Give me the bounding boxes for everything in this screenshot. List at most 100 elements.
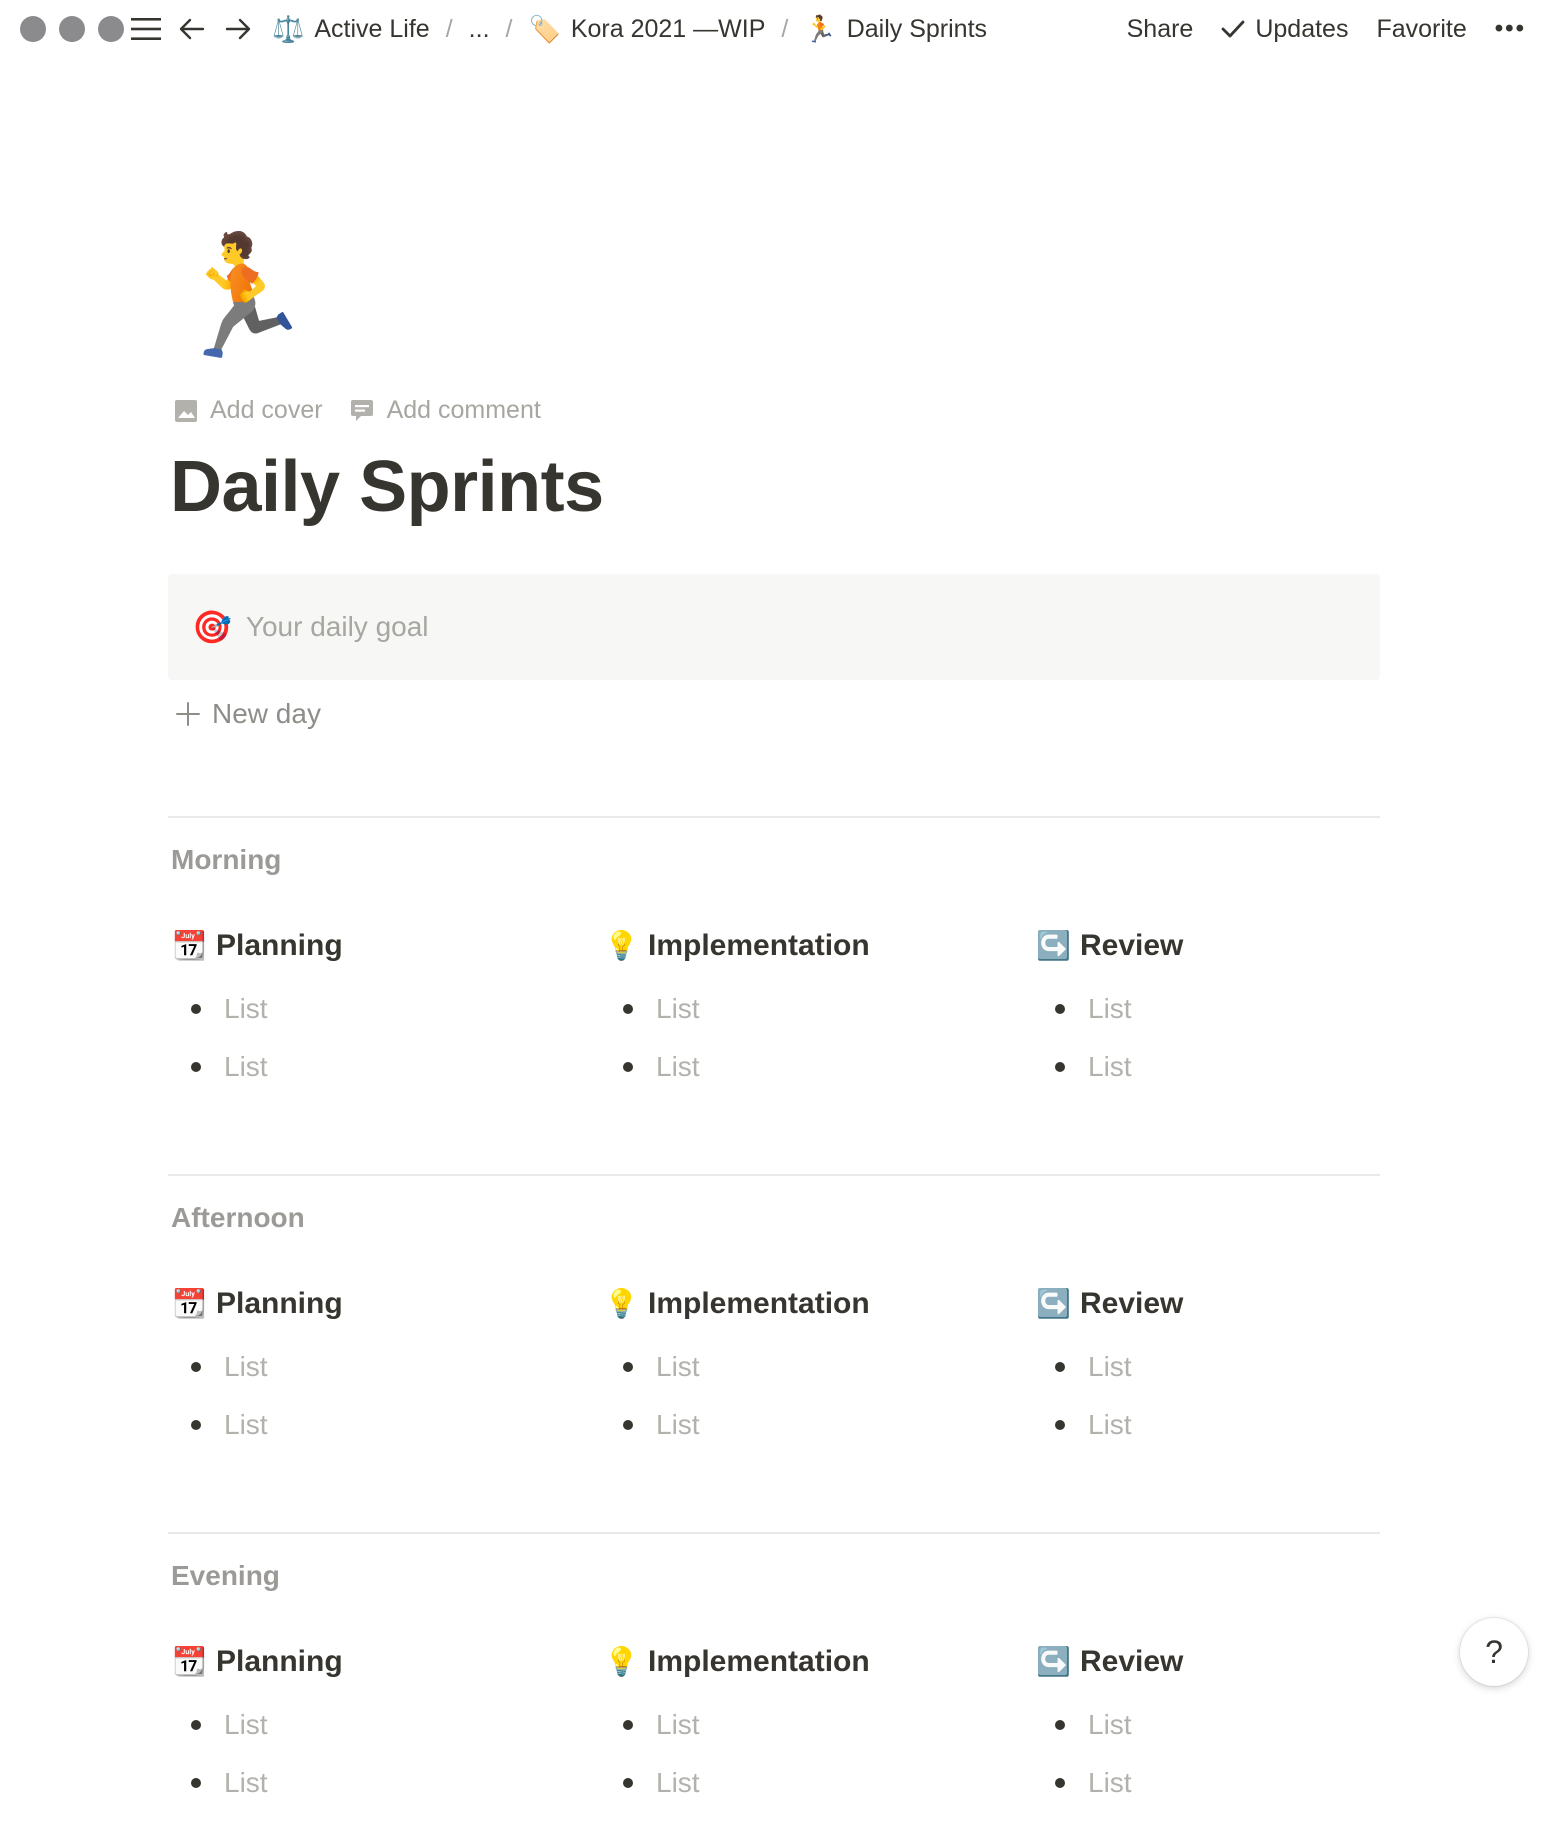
hamburger-menu-icon <box>131 18 161 40</box>
bullet-icon <box>191 1062 201 1072</box>
list-item[interactable]: List <box>1036 1038 1436 1096</box>
bullet-icon <box>623 1362 633 1372</box>
light-bulb-icon: 💡 <box>604 930 639 961</box>
list-item[interactable]: List <box>1036 1696 1436 1754</box>
list-item[interactable]: List <box>604 1338 1004 1396</box>
add-cover-button[interactable]: Add cover <box>174 396 323 425</box>
window-controls <box>20 16 124 42</box>
calendar-icon: 📆 <box>172 1288 207 1319</box>
zoom-window-button[interactable] <box>98 16 124 42</box>
column-title: Planning <box>216 929 343 962</box>
daily-goal-callout[interactable]: 🎯 Your daily goal <box>168 574 1380 680</box>
breadcrumb-item-active-life[interactable]: ⚖️ Active Life <box>266 15 436 44</box>
list-item[interactable]: List <box>172 980 572 1038</box>
list-item-text: List <box>656 1709 700 1740</box>
list-item-text: List <box>224 1051 268 1082</box>
calendar-icon: 📆 <box>172 1646 207 1677</box>
updates-button[interactable]: Updates <box>1221 15 1348 44</box>
favorite-button[interactable]: Favorite <box>1376 15 1466 44</box>
list-item[interactable]: List <box>172 1338 572 1396</box>
column-header[interactable]: 💡 Implementation <box>604 1642 1004 1682</box>
list-item-text: List <box>656 1051 700 1082</box>
divider <box>168 816 1380 818</box>
help-button[interactable]: ? <box>1460 1618 1528 1686</box>
list-item[interactable]: List <box>1036 980 1436 1038</box>
share-label: Share <box>1126 14 1194 43</box>
column-header[interactable]: ↪️ Review <box>1036 926 1436 966</box>
back-button[interactable] <box>174 11 210 47</box>
divider <box>168 1174 1380 1176</box>
list-item[interactable]: List <box>172 1696 572 1754</box>
column-implementation: 💡 Implementation List List <box>604 926 1004 1096</box>
minimize-window-button[interactable] <box>59 16 85 42</box>
forward-button[interactable] <box>220 11 256 47</box>
list-item[interactable]: List <box>1036 1396 1436 1454</box>
list-item[interactable]: List <box>172 1754 572 1812</box>
column-header[interactable]: 📆 Planning <box>172 1642 572 1682</box>
section-heading[interactable]: Afternoon <box>171 1202 1380 1240</box>
list-item[interactable]: List <box>604 1754 1004 1812</box>
column-title: Review <box>1080 1287 1184 1320</box>
top-actions: Share Updates Favorite ••• <box>1127 0 1526 58</box>
return-arrow-icon: ↪️ <box>1036 1646 1071 1677</box>
list-item-text: List <box>656 1351 700 1382</box>
page-title[interactable]: Daily Sprints <box>170 446 604 528</box>
column-header[interactable]: 💡 Implementation <box>604 926 1004 966</box>
bullet-icon <box>1055 1062 1065 1072</box>
page-controls: Add cover Add comment <box>174 396 541 425</box>
arrow-right-icon <box>225 18 251 40</box>
bullet-icon <box>623 1420 633 1430</box>
list-item[interactable]: List <box>172 1396 572 1454</box>
bullet-icon <box>623 1062 633 1072</box>
column-header[interactable]: 📆 Planning <box>172 1284 572 1324</box>
section-heading[interactable]: Morning <box>171 844 1380 882</box>
calendar-icon: 📆 <box>172 930 207 961</box>
page-icon-runner[interactable]: 🏃 <box>168 238 315 378</box>
column-header[interactable]: ↪️ Review <box>1036 1284 1436 1324</box>
column-review: ↪️ Review List List <box>1036 1284 1436 1454</box>
list-item-text: List <box>224 1767 268 1798</box>
list-item[interactable]: List <box>172 1038 572 1096</box>
list-item[interactable]: List <box>604 1696 1004 1754</box>
list-item-text: List <box>656 1767 700 1798</box>
arrow-left-icon <box>179 18 205 40</box>
list-item-text: List <box>1088 1051 1132 1082</box>
list-item-text: List <box>1088 1709 1132 1740</box>
list-item-text: List <box>224 1409 268 1440</box>
column-title: Implementation <box>648 1645 870 1678</box>
bullet-icon <box>191 1778 201 1788</box>
bullet-icon <box>191 1720 201 1730</box>
checkmark-icon <box>1221 20 1245 38</box>
list-item-text: List <box>656 1409 700 1440</box>
new-day-button[interactable]: New day <box>176 698 321 730</box>
bullet-icon <box>623 1004 633 1014</box>
column-title: Review <box>1080 1645 1184 1678</box>
breadcrumb-item-kora-2021[interactable]: 🏷️ Kora 2021 —WIP <box>522 15 771 44</box>
breadcrumb-separator: / <box>505 14 513 43</box>
column-header[interactable]: 📆 Planning <box>172 926 572 966</box>
more-options-button[interactable]: ••• <box>1495 15 1526 43</box>
column-planning: 📆 Planning List List <box>172 1284 572 1454</box>
bullet-icon <box>623 1778 633 1788</box>
share-button[interactable]: Share <box>1127 15 1194 44</box>
list-item-text: List <box>224 1351 268 1382</box>
list-item[interactable]: List <box>604 1038 1004 1096</box>
column-title: Planning <box>216 1645 343 1678</box>
column-title: Implementation <box>648 929 870 962</box>
sidebar-toggle-button[interactable] <box>128 11 164 47</box>
list-item[interactable]: List <box>604 1396 1004 1454</box>
add-comment-button[interactable]: Add comment <box>349 396 541 425</box>
column-header[interactable]: ↪️ Review <box>1036 1642 1436 1682</box>
list-item[interactable]: List <box>1036 1338 1436 1396</box>
section-heading[interactable]: Evening <box>171 1560 1380 1598</box>
breadcrumb-item-ellipsis[interactable]: ... <box>463 15 496 44</box>
breadcrumb-item-daily-sprints[interactable]: 🏃 Daily Sprints <box>798 15 993 44</box>
column-review: ↪️ Review List List <box>1036 926 1436 1096</box>
close-window-button[interactable] <box>20 16 46 42</box>
list-item[interactable]: List <box>1036 1754 1436 1812</box>
column-list: 📆 Planning List List 💡 Implementation Li… <box>168 1642 1380 1842</box>
column-header[interactable]: 💡 Implementation <box>604 1284 1004 1324</box>
column-implementation: 💡 Implementation List List <box>604 1642 1004 1812</box>
target-icon: 🎯 <box>192 609 232 645</box>
list-item[interactable]: List <box>604 980 1004 1038</box>
